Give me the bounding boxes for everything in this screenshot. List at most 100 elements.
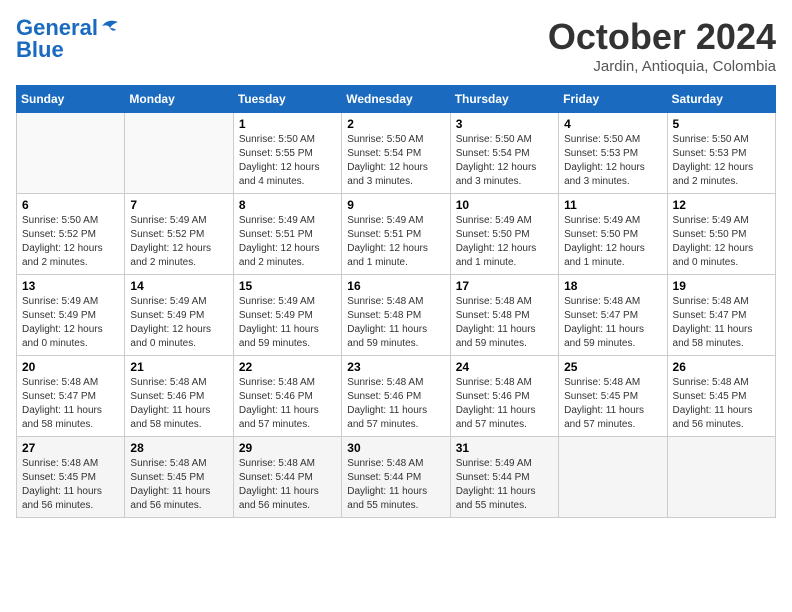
day-cell: 21 Sunrise: 5:48 AM Sunset: 5:46 PM Dayli… [125, 356, 233, 437]
weekday-wednesday: Wednesday [342, 86, 450, 113]
day-cell: 4Sunrise: 5:50 AM Sunset: 5:53 PM Daylig… [559, 113, 667, 194]
day-cell: 28 Sunrise: 5:48 AM Sunset: 5:45 PM Dayli… [125, 437, 233, 518]
week-row-3: 13 Sunrise: 5:49 AM Sunset: 5:49 PM Dayli… [17, 275, 776, 356]
day-cell: 30 Sunrise: 5:48 AM Sunset: 5:44 PM Dayli… [342, 437, 450, 518]
day-cell: 15Sunrise: 5:49 AM Sunset: 5:49 PM Dayli… [233, 275, 341, 356]
day-info: Sunrise: 5:49 AM Sunset: 5:51 PM Dayligh… [347, 214, 444, 270]
day-number: 7 [130, 198, 227, 212]
day-number: 19 [673, 279, 770, 293]
day-number: 30 [347, 441, 444, 455]
day-cell: 8Sunrise: 5:49 AM Sunset: 5:51 PM Daylig… [233, 194, 341, 275]
day-number: 29 [239, 441, 336, 455]
day-cell: 26 Sunrise: 5:48 AM Sunset: 5:45 PM Dayli… [667, 356, 775, 437]
day-cell: 6 Sunrise: 5:50 AM Sunset: 5:52 PM Daylig… [17, 194, 125, 275]
weekday-monday: Monday [125, 86, 233, 113]
day-info: Sunrise: 5:48 AM Sunset: 5:45 PM Dayligh… [673, 376, 770, 432]
day-info: Sunrise: 5:49 AM Sunset: 5:49 PM Dayligh… [130, 295, 227, 351]
day-cell [125, 113, 233, 194]
day-cell: 23 Sunrise: 5:48 AM Sunset: 5:46 PM Dayli… [342, 356, 450, 437]
day-cell: 31 Sunrise: 5:49 AM Sunset: 5:44 PM Dayli… [450, 437, 558, 518]
day-number: 12 [673, 198, 770, 212]
day-number: 10 [456, 198, 553, 212]
day-info: Sunrise: 5:48 AM Sunset: 5:45 PM Dayligh… [22, 457, 119, 513]
day-info: Sunrise: 5:50 AM Sunset: 5:53 PM Dayligh… [564, 133, 661, 189]
day-number: 8 [239, 198, 336, 212]
day-info: Sunrise: 5:48 AM Sunset: 5:47 PM Dayligh… [564, 295, 661, 351]
day-info: Sunrise: 5:48 AM Sunset: 5:44 PM Dayligh… [347, 457, 444, 513]
day-number: 5 [673, 117, 770, 131]
day-info: Sunrise: 5:49 AM Sunset: 5:44 PM Dayligh… [456, 457, 553, 513]
day-info: Sunrise: 5:48 AM Sunset: 5:47 PM Dayligh… [22, 376, 119, 432]
day-number: 18 [564, 279, 661, 293]
day-info: Sunrise: 5:49 AM Sunset: 5:50 PM Dayligh… [673, 214, 770, 270]
day-cell: 22Sunrise: 5:48 AM Sunset: 5:46 PM Dayli… [233, 356, 341, 437]
day-number: 23 [347, 360, 444, 374]
week-row-5: 27 Sunrise: 5:48 AM Sunset: 5:45 PM Dayli… [17, 437, 776, 518]
day-info: Sunrise: 5:48 AM Sunset: 5:46 PM Dayligh… [456, 376, 553, 432]
day-info: Sunrise: 5:50 AM Sunset: 5:55 PM Dayligh… [239, 133, 336, 189]
day-info: Sunrise: 5:48 AM Sunset: 5:48 PM Dayligh… [347, 295, 444, 351]
day-number: 17 [456, 279, 553, 293]
day-cell: 24 Sunrise: 5:48 AM Sunset: 5:46 PM Dayli… [450, 356, 558, 437]
day-info: Sunrise: 5:50 AM Sunset: 5:53 PM Dayligh… [673, 133, 770, 189]
day-cell: 2Sunrise: 5:50 AM Sunset: 5:54 PM Daylig… [342, 113, 450, 194]
day-cell: 3Sunrise: 5:50 AM Sunset: 5:54 PM Daylig… [450, 113, 558, 194]
weekday-friday: Friday [559, 86, 667, 113]
day-info: Sunrise: 5:48 AM Sunset: 5:46 PM Dayligh… [239, 376, 336, 432]
day-info: Sunrise: 5:48 AM Sunset: 5:46 PM Dayligh… [347, 376, 444, 432]
day-number: 20 [22, 360, 119, 374]
day-cell: 18 Sunrise: 5:48 AM Sunset: 5:47 PM Dayli… [559, 275, 667, 356]
day-cell: 19 Sunrise: 5:48 AM Sunset: 5:47 PM Dayli… [667, 275, 775, 356]
day-number: 9 [347, 198, 444, 212]
day-number: 28 [130, 441, 227, 455]
day-cell: 16 Sunrise: 5:48 AM Sunset: 5:48 PM Dayli… [342, 275, 450, 356]
day-cell: 25 Sunrise: 5:48 AM Sunset: 5:45 PM Dayli… [559, 356, 667, 437]
day-number: 6 [22, 198, 119, 212]
day-number: 2 [347, 117, 444, 131]
day-number: 31 [456, 441, 553, 455]
day-info: Sunrise: 5:48 AM Sunset: 5:45 PM Dayligh… [130, 457, 227, 513]
day-cell: 17 Sunrise: 5:48 AM Sunset: 5:48 PM Dayli… [450, 275, 558, 356]
day-number: 27 [22, 441, 119, 455]
day-info: Sunrise: 5:48 AM Sunset: 5:45 PM Dayligh… [564, 376, 661, 432]
day-cell [667, 437, 775, 518]
weekday-thursday: Thursday [450, 86, 558, 113]
weekday-tuesday: Tuesday [233, 86, 341, 113]
weekday-saturday: Saturday [667, 86, 775, 113]
day-number: 26 [673, 360, 770, 374]
day-number: 11 [564, 198, 661, 212]
day-cell: 5 Sunrise: 5:50 AM Sunset: 5:53 PM Daylig… [667, 113, 775, 194]
day-info: Sunrise: 5:50 AM Sunset: 5:54 PM Dayligh… [456, 133, 553, 189]
logo-bird-icon [100, 18, 120, 34]
weekday-sunday: Sunday [17, 86, 125, 113]
day-number: 21 [130, 360, 227, 374]
day-info: Sunrise: 5:49 AM Sunset: 5:52 PM Dayligh… [130, 214, 227, 270]
day-number: 24 [456, 360, 553, 374]
day-number: 16 [347, 279, 444, 293]
day-cell: 20 Sunrise: 5:48 AM Sunset: 5:47 PM Dayli… [17, 356, 125, 437]
day-cell [559, 437, 667, 518]
day-info: Sunrise: 5:48 AM Sunset: 5:46 PM Dayligh… [130, 376, 227, 432]
day-info: Sunrise: 5:50 AM Sunset: 5:52 PM Dayligh… [22, 214, 119, 270]
day-cell [17, 113, 125, 194]
day-info: Sunrise: 5:49 AM Sunset: 5:50 PM Dayligh… [456, 214, 553, 270]
day-cell: 11Sunrise: 5:49 AM Sunset: 5:50 PM Dayli… [559, 194, 667, 275]
day-number: 13 [22, 279, 119, 293]
week-row-2: 6 Sunrise: 5:50 AM Sunset: 5:52 PM Daylig… [17, 194, 776, 275]
day-cell: 9 Sunrise: 5:49 AM Sunset: 5:51 PM Daylig… [342, 194, 450, 275]
weekday-header: SundayMondayTuesdayWednesdayThursdayFrid… [17, 86, 776, 113]
week-row-4: 20 Sunrise: 5:48 AM Sunset: 5:47 PM Dayli… [17, 356, 776, 437]
day-number: 14 [130, 279, 227, 293]
day-cell: 12 Sunrise: 5:49 AM Sunset: 5:50 PM Dayli… [667, 194, 775, 275]
day-cell: 1Sunrise: 5:50 AM Sunset: 5:55 PM Daylig… [233, 113, 341, 194]
day-number: 15 [239, 279, 336, 293]
day-cell: 13Sunrise: 5:49 AM Sunset: 5:49 PM Dayli… [17, 275, 125, 356]
day-info: Sunrise: 5:48 AM Sunset: 5:47 PM Dayligh… [673, 295, 770, 351]
day-cell: 27 Sunrise: 5:48 AM Sunset: 5:45 PM Dayli… [17, 437, 125, 518]
day-cell: 29 Sunrise: 5:48 AM Sunset: 5:44 PM Dayli… [233, 437, 341, 518]
logo: General Blue [16, 16, 120, 62]
day-cell: 7 Sunrise: 5:49 AM Sunset: 5:52 PM Daylig… [125, 194, 233, 275]
day-info: Sunrise: 5:48 AM Sunset: 5:48 PM Dayligh… [456, 295, 553, 351]
day-info: Sunrise: 5:48 AM Sunset: 5:44 PM Dayligh… [239, 457, 336, 513]
day-number: 25 [564, 360, 661, 374]
